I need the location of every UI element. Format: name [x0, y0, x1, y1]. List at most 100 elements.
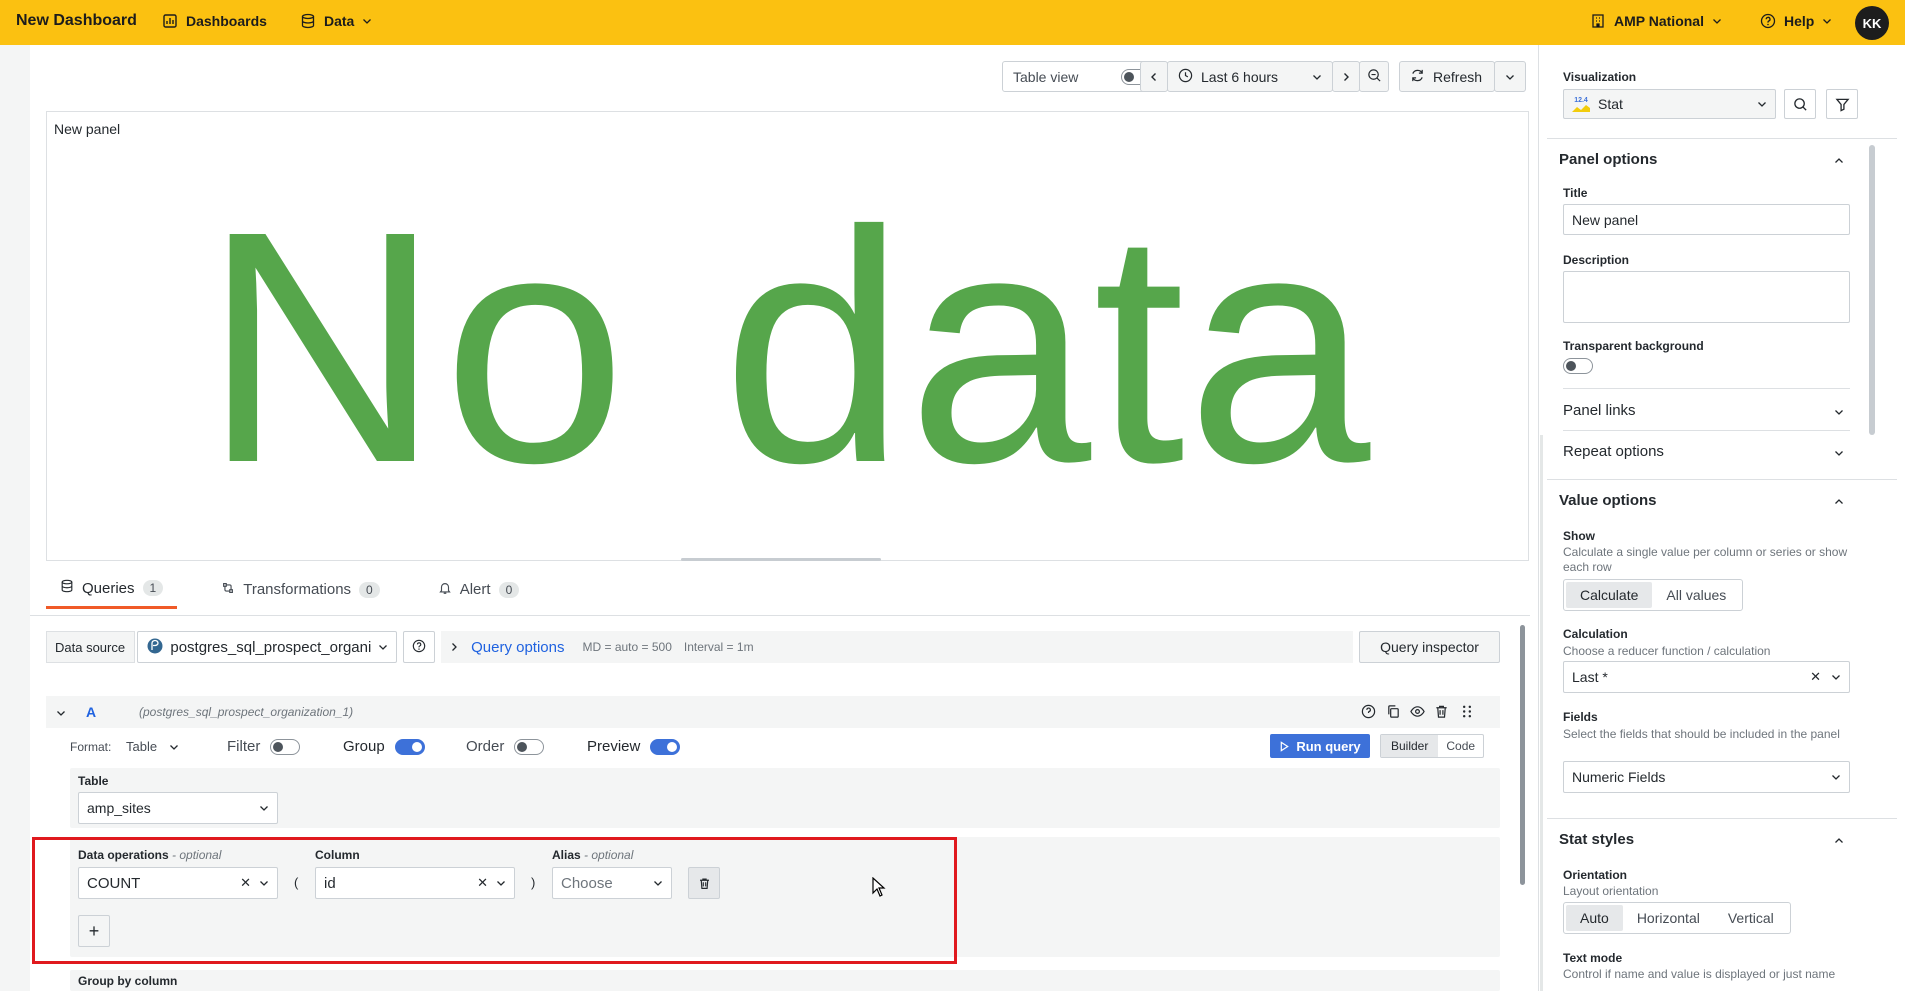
filter-toggle[interactable]: Filter: [227, 738, 301, 755]
org-switcher[interactable]: AMP National: [1590, 13, 1722, 29]
chevron-up-icon[interactable]: [1834, 833, 1844, 849]
datasource-help-button[interactable]: [403, 631, 436, 663]
orientation-radio-group[interactable]: Auto Horizontal Vertical: [1563, 902, 1791, 934]
builder-mode[interactable]: Builder: [1381, 735, 1439, 757]
datasource-value: postgres_sql_prospect_organi:: [170, 638, 373, 656]
format-label: Format:: [70, 740, 112, 754]
order-switch[interactable]: [514, 738, 545, 755]
interval: Interval = 1m: [683, 640, 754, 654]
trash-icon[interactable]: [1434, 704, 1449, 722]
query-scrollbar-thumb[interactable]: [1520, 625, 1525, 885]
mouse-cursor-icon: [872, 876, 886, 900]
show-all-values-option[interactable]: All values: [1652, 582, 1740, 608]
user-avatar[interactable]: KK: [1855, 6, 1889, 40]
group-switch[interactable]: [394, 738, 425, 755]
chevron-down-icon[interactable]: [1834, 445, 1844, 461]
show-calculate-option[interactable]: Calculate: [1566, 582, 1653, 608]
chevron-down-icon[interactable]: [1834, 404, 1844, 420]
refresh-interval-dropdown[interactable]: [1494, 61, 1526, 92]
refresh-button[interactable]: Refresh: [1399, 61, 1495, 92]
query-ref-id[interactable]: A: [86, 704, 96, 720]
orientation-description: Layout orientation: [1563, 884, 1659, 898]
visualization-picker[interactable]: 12.4 Stat: [1563, 89, 1776, 119]
collapse-chevron-icon[interactable]: [56, 705, 66, 721]
orientation-horizontal-option[interactable]: Horizontal: [1623, 905, 1714, 931]
query-options-bar[interactable]: Query options MD = auto = 500 Interval =…: [441, 631, 1354, 663]
run-query-label: Run query: [1296, 738, 1361, 754]
orientation-vertical-option[interactable]: Vertical: [1714, 905, 1788, 931]
search-options-button[interactable]: [1784, 89, 1816, 119]
chevron-up-icon[interactable]: [1834, 494, 1844, 510]
panel-options-heading[interactable]: Panel options: [1559, 151, 1657, 168]
time-range-picker[interactable]: Last 6 hours: [1167, 61, 1333, 92]
panel-preview[interactable]: New panel No data: [46, 111, 1529, 561]
transform-icon: [221, 581, 235, 599]
chevron-up-icon[interactable]: [1834, 153, 1844, 169]
editor-mode-switch[interactable]: Builder Code: [1380, 734, 1485, 758]
group-by-label: Group by column: [78, 974, 178, 988]
tab-alert[interactable]: Alert 0: [424, 573, 534, 609]
time-forward-button[interactable]: [1332, 61, 1360, 92]
time-back-button[interactable]: [1140, 61, 1168, 92]
duplicate-icon[interactable]: [1386, 704, 1401, 722]
nav-dashboards[interactable]: Dashboards: [162, 13, 267, 29]
panel-editor-main: Table view Last 6 hours Refresh New pane…: [30, 45, 1538, 991]
dashboard-title[interactable]: New Dashboard: [16, 12, 137, 30]
run-query-button[interactable]: Run query: [1270, 734, 1370, 758]
tab-transformations[interactable]: Transformations 0: [207, 573, 394, 609]
org-name: AMP National: [1614, 13, 1704, 29]
order-toggle[interactable]: Order: [466, 738, 545, 755]
stat-viz-icon: 12.4: [1572, 97, 1590, 112]
query-row-header[interactable]: A (postgres_sql_prospect_organization_1): [46, 696, 1500, 728]
chevron-down-icon: [1757, 96, 1767, 112]
sidebar-scrollbar-thumb[interactable]: [1869, 145, 1875, 435]
table-view-toggle[interactable]: Table view: [1002, 61, 1162, 92]
preview-switch[interactable]: [650, 738, 681, 755]
query-options-label[interactable]: Query options: [471, 639, 564, 656]
divider: [1547, 138, 1897, 139]
transparent-background-label: Transparent background: [1563, 339, 1704, 353]
panel-links-heading[interactable]: Panel links: [1563, 402, 1636, 419]
drag-handle-icon[interactable]: [1461, 704, 1473, 722]
preview-toggle[interactable]: Preview: [587, 738, 681, 755]
tabs-divider: [30, 615, 1530, 616]
title-input[interactable]: New panel: [1563, 204, 1850, 235]
clock-icon: [1178, 68, 1193, 86]
group-by-section: Group by column: [70, 970, 1500, 991]
description-textarea[interactable]: [1563, 271, 1850, 323]
datasource-picker[interactable]: postgres_sql_prospect_organi:: [137, 631, 398, 663]
sidebar-resize-handle[interactable]: [1540, 435, 1543, 991]
show-label: Show: [1563, 529, 1595, 543]
eye-icon[interactable]: [1410, 704, 1425, 722]
preview-label: Preview: [587, 738, 641, 755]
table-section: Table amp_sites: [70, 768, 1500, 828]
filter-options-button[interactable]: [1826, 89, 1858, 119]
stat-styles-heading[interactable]: Stat styles: [1559, 831, 1634, 848]
code-mode[interactable]: Code: [1438, 735, 1483, 757]
divider: [1547, 479, 1897, 480]
transparent-background-switch[interactable]: [1563, 358, 1593, 375]
calculation-select[interactable]: Last * ✕: [1563, 661, 1850, 693]
help-icon[interactable]: [1361, 704, 1376, 722]
help-menu[interactable]: Help: [1760, 13, 1832, 29]
top-bar: New Dashboard Dashboards Data AMP Nation…: [0, 0, 1905, 45]
show-radio-group[interactable]: Calculate All values: [1563, 579, 1744, 611]
tab-transformations-count: 0: [359, 581, 380, 598]
text-mode-label: Text mode: [1563, 951, 1623, 965]
fields-select[interactable]: Numeric Fields: [1563, 761, 1850, 793]
filter-icon: [1834, 98, 1850, 112]
nav-data[interactable]: Data: [300, 13, 372, 29]
filter-switch[interactable]: [270, 738, 301, 755]
question-circle-icon: [1760, 13, 1776, 29]
orientation-auto-option[interactable]: Auto: [1566, 905, 1623, 931]
group-toggle[interactable]: Group: [343, 738, 425, 755]
tab-queries[interactable]: Queries 1: [46, 573, 178, 609]
format-select[interactable]: Table: [126, 739, 179, 754]
clear-icon[interactable]: ✕: [1810, 669, 1821, 685]
value-options-heading[interactable]: Value options: [1559, 492, 1657, 509]
zoom-out-button[interactable]: [1359, 61, 1389, 92]
repeat-options-heading[interactable]: Repeat options: [1563, 443, 1664, 460]
query-inspector-button[interactable]: Query inspector: [1359, 631, 1500, 663]
table-select[interactable]: amp_sites: [78, 792, 278, 824]
resize-handle[interactable]: [681, 558, 881, 561]
